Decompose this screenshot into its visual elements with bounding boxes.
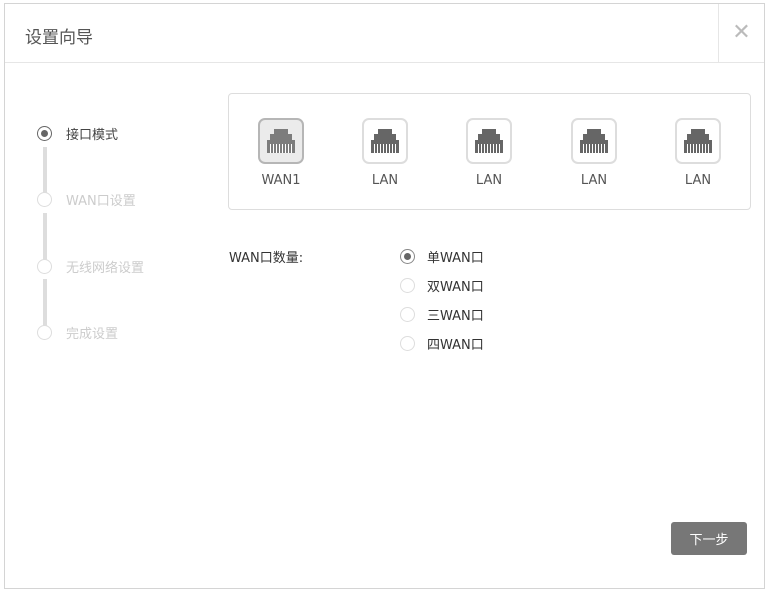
- port-5[interactable]: LAN: [668, 118, 728, 188]
- radio-label: 双WAN口: [427, 280, 484, 295]
- next-button[interactable]: 下一步: [671, 522, 747, 555]
- wan-count-label: WAN口数量:: [229, 251, 304, 266]
- port-label: WAN1: [261, 173, 301, 188]
- setup-wizard-dialog: 设置向导 ✕ 接口模式 WAN口设置 无线网络设置 完成设置 WAN1 LAN LA…: [4, 3, 765, 589]
- dialog-title: 设置向导: [25, 28, 93, 48]
- step-dot-icon: [37, 259, 52, 274]
- step-wireless-settings: 无线网络设置: [37, 257, 144, 276]
- ethernet-port-icon: [675, 118, 721, 164]
- radio-label: 单WAN口: [427, 251, 484, 266]
- step-label: 无线网络设置: [66, 261, 145, 276]
- port-label: LAN: [371, 173, 399, 188]
- step-finish: 完成设置: [37, 323, 118, 342]
- step-label: 完成设置: [66, 327, 119, 342]
- wan-count-option-3[interactable]: 三WAN口: [400, 305, 484, 324]
- ethernet-port-icon: [571, 118, 617, 164]
- step-wan-settings: WAN口设置: [37, 190, 136, 209]
- radio-icon[interactable]: [400, 278, 415, 293]
- wan-count-option-2[interactable]: 双WAN口: [400, 276, 484, 295]
- wan-count-option-1[interactable]: 单WAN口: [400, 247, 484, 266]
- radio-label: 三WAN口: [427, 309, 484, 324]
- radio-label: 四WAN口: [427, 338, 484, 353]
- port-panel: WAN1 LAN LAN LAN LAN: [228, 93, 751, 210]
- step-dot-icon: [37, 192, 52, 207]
- dialog-header: 设置向导 ✕: [5, 4, 764, 63]
- radio-icon[interactable]: [400, 307, 415, 322]
- close-icon[interactable]: ✕: [718, 4, 764, 63]
- radio-icon[interactable]: [400, 336, 415, 351]
- port-2[interactable]: LAN: [355, 118, 415, 188]
- port-1[interactable]: WAN1: [251, 118, 311, 188]
- port-label: LAN: [475, 173, 503, 188]
- radio-icon[interactable]: [400, 249, 415, 264]
- step-interface-mode: 接口模式: [37, 124, 118, 143]
- port-label: LAN: [580, 173, 608, 188]
- ethernet-port-icon: [362, 118, 408, 164]
- ethernet-port-icon: [466, 118, 512, 164]
- step-dot-icon: [37, 126, 52, 141]
- port-4[interactable]: LAN: [564, 118, 624, 188]
- ethernet-port-icon: [258, 118, 304, 164]
- port-label: LAN: [684, 173, 712, 188]
- step-label: WAN口设置: [66, 194, 136, 209]
- step-dot-icon: [37, 325, 52, 340]
- wan-count-option-4[interactable]: 四WAN口: [400, 334, 484, 353]
- port-3[interactable]: LAN: [459, 118, 519, 188]
- step-label: 接口模式: [66, 128, 119, 143]
